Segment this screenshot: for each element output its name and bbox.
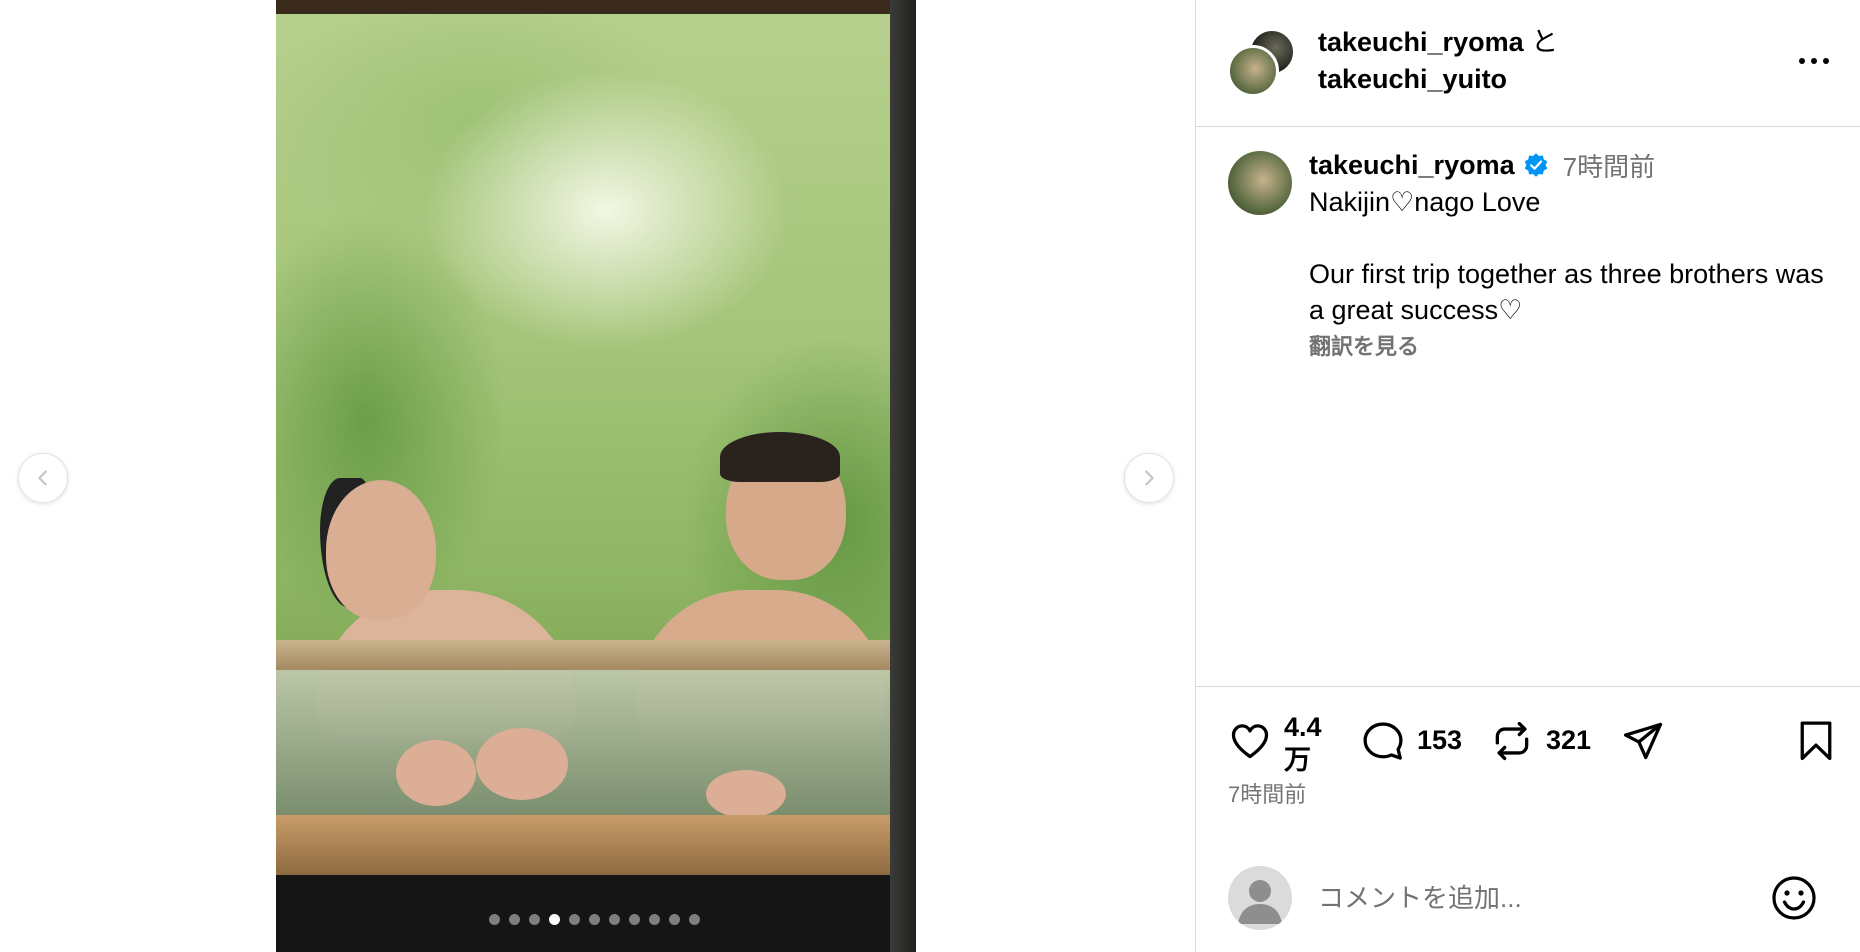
like-count[interactable]: 4.4 万 [1284, 711, 1334, 777]
media-viewer [0, 0, 1195, 952]
carousel-dot [629, 914, 640, 925]
carousel-next-button[interactable] [1124, 453, 1174, 503]
carousel-dot [689, 914, 700, 925]
comment-count[interactable]: 153 [1417, 725, 1462, 756]
photo-water [276, 670, 890, 820]
carousel-indicator [489, 914, 700, 925]
emoji-icon[interactable] [1770, 874, 1818, 922]
repost-icon[interactable] [1490, 719, 1534, 763]
avatar [1228, 866, 1292, 930]
post-photo[interactable] [276, 0, 916, 952]
post-caption: takeuchi_ryoma 7時間前 Nakijin♡nago Love Ou… [1196, 127, 1860, 687]
photo-knee [396, 740, 476, 806]
carousel-dot [609, 914, 620, 925]
more-options-button[interactable] [1794, 46, 1834, 76]
header-username-1[interactable]: takeuchi_ryoma [1318, 27, 1524, 57]
add-comment-bar [1196, 846, 1860, 952]
carousel-dot [649, 914, 660, 925]
photo-knee [706, 770, 786, 818]
photo-person-left-head [326, 480, 436, 620]
verified-badge-icon [1524, 153, 1547, 177]
avatar[interactable] [1227, 45, 1279, 97]
photo-tub-rim [276, 640, 890, 670]
photo-window-frame [276, 0, 916, 14]
carousel-dot-active [549, 914, 560, 925]
carousel-dot [589, 914, 600, 925]
caption-username[interactable]: takeuchi_ryoma [1309, 150, 1515, 181]
post-timestamp[interactable]: 7時間前 [1228, 777, 1306, 809]
caption-text: Nakijin♡nago Love Our first trip togethe… [1309, 187, 1824, 325]
translate-link[interactable]: 翻訳を見る [1309, 329, 1419, 361]
collab-usernames: takeuchi_ryoma と takeuchi_yuito [1318, 24, 1558, 98]
send-icon[interactable] [1621, 719, 1665, 763]
collab-avatars[interactable] [1227, 29, 1297, 97]
user-placeholder-icon [1228, 866, 1292, 930]
header-username-2[interactable]: takeuchi_yuito [1318, 64, 1507, 94]
repost-count[interactable]: 321 [1546, 725, 1591, 756]
caption-timestamp[interactable]: 7時間前 [1563, 147, 1655, 184]
chevron-right-icon [1145, 470, 1154, 486]
avatar[interactable] [1228, 151, 1292, 215]
action-bar: 4.4 万 153 321 [1228, 709, 1838, 775]
photo-person-right-hair [720, 432, 840, 482]
more-horizontal-icon [1799, 58, 1829, 64]
like-count-unit: 万 [1284, 745, 1311, 775]
post-side-panel: takeuchi_ryoma と takeuchi_yuito takeuchi… [1195, 0, 1860, 952]
post-header: takeuchi_ryoma と takeuchi_yuito [1196, 0, 1860, 127]
carousel-dot [669, 914, 680, 925]
carousel-dot [489, 914, 500, 925]
photo-knee [476, 728, 568, 800]
carousel-dot [569, 914, 580, 925]
like-count-number: 4.4 [1284, 712, 1322, 742]
photo-tub-front [276, 815, 890, 875]
carousel-dot [509, 914, 520, 925]
chevron-left-icon [38, 470, 47, 486]
comment-icon[interactable] [1361, 719, 1405, 763]
header-conjunction: と [1531, 27, 1559, 57]
bookmark-icon[interactable] [1794, 719, 1838, 763]
caption-header: takeuchi_ryoma 7時間前 [1309, 147, 1655, 183]
photo-window-frame-right [890, 0, 916, 952]
comment-input[interactable] [1318, 874, 1758, 922]
carousel-dot [529, 914, 540, 925]
carousel-prev-button[interactable] [18, 453, 68, 503]
post-actions: 4.4 万 153 321 7時間前 [1196, 686, 1860, 846]
heart-icon[interactable] [1228, 719, 1272, 763]
